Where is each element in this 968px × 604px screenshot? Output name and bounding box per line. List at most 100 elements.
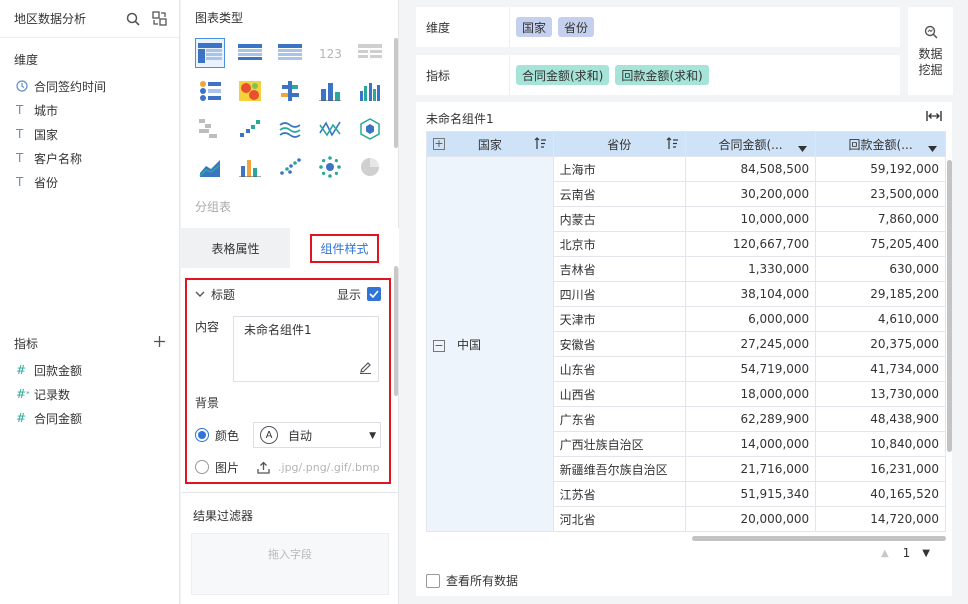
measure-pill-contract[interactable]: 合同金额(求和) bbox=[516, 65, 610, 85]
table-vertical-scrollbar[interactable] bbox=[947, 160, 952, 452]
style-panel-scrollbar[interactable] bbox=[394, 266, 398, 396]
measure-field-payment[interactable]: # 回款金额 bbox=[0, 358, 180, 382]
province-cell: 广东省 bbox=[552, 406, 686, 432]
province-cell: 四川省 bbox=[552, 281, 686, 307]
column-header-payment-amount[interactable]: 回款金额(... bbox=[815, 131, 946, 157]
caret-down-icon[interactable] bbox=[798, 141, 808, 155]
step-chart-icon[interactable] bbox=[235, 114, 265, 144]
prev-page-icon[interactable]: ▲ bbox=[881, 548, 889, 559]
result-filter-title: 结果过滤器 bbox=[193, 509, 254, 523]
edit-pencil-icon[interactable] bbox=[359, 361, 372, 377]
pie-chart-icon[interactable] bbox=[355, 152, 385, 182]
color-radio[interactable] bbox=[195, 428, 209, 442]
drop-hint: 拖入字段 bbox=[268, 548, 312, 561]
field-label: 合同金额 bbox=[34, 411, 83, 426]
title-section-header[interactable]: 标题 显示 bbox=[195, 286, 381, 302]
add-measure-icon[interactable] bbox=[153, 335, 166, 351]
dimension-field-contract-time[interactable]: 合同签约时间 bbox=[0, 74, 180, 98]
multi-line-chart-icon[interactable] bbox=[275, 114, 305, 144]
cross-table-chart-icon[interactable] bbox=[275, 38, 305, 68]
chevron-down-icon[interactable] bbox=[195, 287, 211, 301]
payment-amount-cell: 14,720,000 bbox=[815, 506, 946, 532]
text-field-icon: T bbox=[16, 103, 24, 117]
dimension-field-customer[interactable]: T 客户名称 bbox=[0, 146, 180, 170]
next-page-icon[interactable]: ▼ bbox=[922, 548, 930, 559]
bubble-ring-chart-icon[interactable] bbox=[315, 152, 345, 182]
upload-icon[interactable] bbox=[257, 461, 270, 474]
waterfall-chart-icon[interactable] bbox=[195, 114, 225, 144]
table-horizontal-scrollbar[interactable] bbox=[692, 536, 946, 541]
tab-component-style[interactable]: 组件样式 bbox=[290, 228, 399, 268]
field-label: 合同签约时间 bbox=[34, 79, 107, 94]
heatmap-chart-icon[interactable] bbox=[235, 76, 265, 106]
search-icon[interactable] bbox=[123, 9, 143, 29]
chart-type-scrollbar[interactable] bbox=[394, 38, 398, 148]
column-chart-icon[interactable] bbox=[315, 76, 345, 106]
background-label: 背景 bbox=[195, 396, 220, 410]
dot-list-chart-icon[interactable] bbox=[195, 76, 225, 106]
country-cell[interactable]: − 中国 bbox=[426, 156, 554, 532]
column-header-province[interactable]: 省份 bbox=[552, 131, 686, 157]
tab-table-properties[interactable]: 表格属性 bbox=[181, 228, 290, 268]
province-cell: 山东省 bbox=[552, 356, 686, 382]
area-chart-icon[interactable] bbox=[195, 152, 225, 182]
combo-bar-chart-icon[interactable] bbox=[235, 152, 265, 182]
title-content-input[interactable]: 未命名组件1 bbox=[233, 316, 379, 382]
fit-width-icon[interactable] bbox=[926, 110, 942, 125]
text-field-icon: T bbox=[16, 151, 24, 165]
contract-amount-cell: 1,330,000 bbox=[684, 256, 817, 282]
dimension-field-country[interactable]: T 国家 bbox=[0, 122, 180, 146]
dimension-list: 维度 合同签约时间 T 城市 T 国家 T 客户名称 T 省份 bbox=[0, 44, 180, 194]
measure-pill-payment[interactable]: 回款金额(求和) bbox=[615, 65, 709, 85]
payment-amount-cell: 40,165,520 bbox=[815, 481, 946, 507]
scatter-chart-icon[interactable] bbox=[275, 152, 305, 182]
column-header-country[interactable]: + 国家 bbox=[426, 131, 554, 157]
show-title-checkbox[interactable] bbox=[367, 287, 381, 301]
dimension-field-city[interactable]: T 城市 bbox=[0, 98, 180, 122]
measure-field-contract[interactable]: # 合同金额 bbox=[0, 406, 180, 430]
detail-table-chart-icon[interactable] bbox=[235, 38, 265, 68]
contract-amount-cell: 38,104,000 bbox=[684, 281, 817, 307]
contract-amount-cell: 10,000,000 bbox=[684, 206, 817, 232]
view-all-checkbox[interactable] bbox=[426, 573, 440, 588]
view-all-data[interactable]: 查看所有数据 bbox=[426, 572, 518, 589]
image-radio[interactable] bbox=[195, 460, 209, 474]
contract-amount-cell: 51,915,340 bbox=[684, 481, 817, 507]
caret-down-icon[interactable] bbox=[928, 141, 937, 155]
data-mining-icon bbox=[924, 25, 938, 42]
group-table-chart-icon[interactable] bbox=[195, 38, 225, 68]
hash-icon: # bbox=[16, 411, 27, 425]
sort-icon[interactable] bbox=[534, 137, 547, 153]
hexagon-chart-icon[interactable] bbox=[355, 114, 385, 144]
province-cell: 河北省 bbox=[552, 506, 686, 532]
filter-drop-zone[interactable]: 拖入字段 bbox=[191, 533, 389, 595]
column-header-label: 回款金额(... bbox=[848, 137, 913, 152]
measure-field-record-count[interactable]: # * 记录数 bbox=[0, 382, 180, 406]
contract-amount-cell: 120,667,700 bbox=[684, 231, 817, 257]
color-select[interactable]: A 自动 ▼ bbox=[253, 422, 382, 448]
kpi-number-chart-icon[interactable]: 123 bbox=[315, 38, 345, 68]
dimension-pill-province[interactable]: 省份 bbox=[558, 17, 595, 37]
dimension-header: 维度 bbox=[14, 52, 39, 67]
data-mining-button[interactable]: 数据挖掘 bbox=[908, 7, 953, 95]
switch-dataset-icon[interactable] bbox=[149, 9, 169, 29]
background-image-row: 图片 .jpg/.png/.gif/.bmp bbox=[195, 458, 385, 476]
dimension-field-province[interactable]: T 省份 bbox=[0, 170, 180, 194]
sort-icon[interactable] bbox=[666, 137, 679, 153]
radar-line-chart-icon[interactable] bbox=[315, 114, 345, 144]
grouped-column-chart-icon[interactable] bbox=[355, 76, 385, 106]
text-card-chart-icon[interactable] bbox=[355, 38, 385, 68]
table-body: − 中国 上海市 84,508,500 59,192,000 云南省 30,200,000 2… bbox=[426, 156, 946, 532]
province-cell: 安徽省 bbox=[552, 331, 686, 357]
color-option-label: 颜色 bbox=[215, 428, 240, 443]
column-header-contract-amount[interactable]: 合同金额(... bbox=[684, 131, 817, 157]
dimension-pill-country[interactable]: 国家 bbox=[516, 17, 553, 37]
tree-bar-chart-icon[interactable] bbox=[275, 76, 305, 106]
contract-amount-cell: 54,719,000 bbox=[684, 356, 817, 382]
table-row: − 中国 上海市 84,508,500 59,192,000 bbox=[426, 156, 946, 532]
column-header-label: 合同金额(... bbox=[718, 137, 783, 152]
pagination: ▲ 1 ▼ bbox=[881, 546, 930, 560]
dataset-title: 地区数据分析 bbox=[14, 12, 87, 26]
collapse-icon[interactable]: − bbox=[433, 339, 445, 352]
expand-all-icon[interactable]: + bbox=[433, 138, 445, 150]
